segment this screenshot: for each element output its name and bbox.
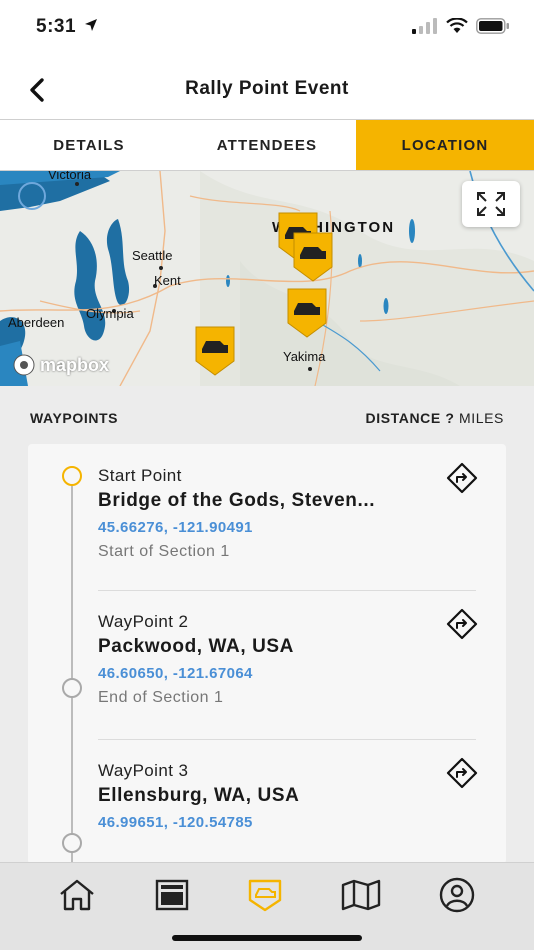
directions-icon[interactable] [446,608,478,640]
waypoints-section: WAYPOINTS DISTANCE ? MILES Start Point B… [0,386,534,862]
timeline-line [71,474,73,862]
waypoint-marker[interactable] [284,287,330,339]
location-arrow-icon [85,19,97,31]
divider [98,590,476,591]
waypoint-coords: 45.66276, -121.90491 [98,519,253,536]
waypoint-name: WayPoint 3 [98,761,189,780]
home-indicator [172,935,362,941]
waypoint-coords: 46.60650, -121.67064 [98,665,253,682]
map-label-victoria: Victoria [48,171,92,182]
map-label-aberdeen: Aberdeen [8,315,65,330]
waypoint-note: Start of Section 1 [98,543,230,560]
distance-value: ? [445,410,455,426]
waypoint-place: Packwood, WA, USA [98,636,295,657]
waypoints-list: Start Point Bridge of the Gods, Steven..… [28,444,506,862]
waypoint-place: Bridge of the Gods, Steven... [98,490,376,511]
rally-icon [248,879,282,912]
waypoint-name: WayPoint 2 [98,612,189,631]
expand-map-button[interactable] [462,181,520,227]
mapbox-text: mapbox [40,354,110,375]
waypoints-title: WAYPOINTS [30,410,119,426]
page-title: Rally Point Event [185,78,349,99]
mapbox-logo-icon [13,354,35,376]
tab-details[interactable]: DETAILS [0,120,178,170]
tab-bar: DETAILS ATTENDEES LOCATION [0,119,534,171]
map-label-yakima: Yakima [283,349,326,364]
map-label-seattle: Seattle [132,248,173,263]
map-view[interactable]: Victoria WASHINGTON Seattle Kent Olympia… [0,171,534,386]
directions-icon[interactable] [446,462,478,494]
nav-news[interactable] [152,877,192,913]
waypoint-note: End of Section 1 [98,689,224,706]
waypoint-marker[interactable] [192,325,238,377]
mapbox-attribution[interactable]: mapbox [12,353,109,377]
waypoint-dot [62,678,82,698]
waypoints-header: WAYPOINTS DISTANCE ? MILES [30,410,504,426]
status-time: 5:31 [36,16,77,37]
map-label-kent: Kent [154,273,181,288]
expand-icon [477,192,505,216]
waypoint-place: Ellensburg, WA, USA [98,785,300,806]
waypoint-marker[interactable] [290,231,336,283]
nav-profile[interactable] [437,877,477,913]
news-icon [155,879,189,911]
directions-icon[interactable] [446,757,478,789]
nav-rally[interactable] [245,877,285,913]
profile-icon [439,877,475,913]
page-header: Rally Point Event [0,56,534,120]
battery-icon [476,18,509,34]
waypoint-dot [62,833,82,853]
nav-map[interactable] [341,877,381,913]
status-bar: 5:31 [0,0,534,56]
status-indicators [412,18,510,34]
distance-summary: DISTANCE ? MILES [366,410,505,426]
distance-label: DISTANCE [365,410,441,426]
waypoint-coords: 46.99651, -120.54785 [98,814,253,831]
map-label-olympia: Olympia [86,306,134,321]
signal-icon [412,18,437,34]
waypoint-name: Start Point [98,466,182,485]
waypoint-start-dot [62,466,82,486]
tab-location[interactable]: LOCATION [356,120,534,170]
nav-home[interactable] [57,877,97,913]
home-icon [60,879,94,911]
map-icon [341,879,381,911]
divider [98,739,476,740]
wifi-icon [446,18,468,33]
tab-attendees[interactable]: ATTENDEES [178,120,356,170]
distance-unit: MILES [458,410,504,426]
bottom-navigation [0,862,534,950]
